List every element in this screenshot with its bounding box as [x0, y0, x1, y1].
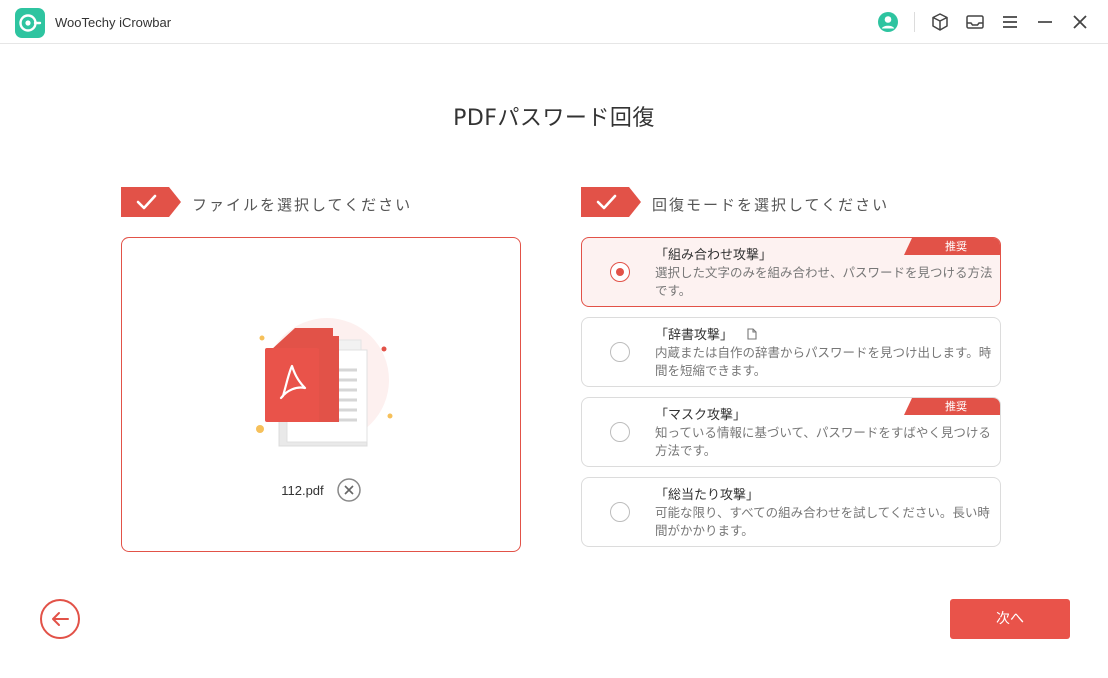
option-title: 「組み合わせ攻撃」	[655, 248, 773, 263]
checkmark-icon	[581, 187, 641, 217]
option-mask-attack[interactable]: 「マスク攻撃」 知っている情報に基づいて、パスワードをすばやく見つける方法です。…	[581, 397, 1001, 467]
recommended-badge: 推奨	[904, 398, 1000, 415]
arrow-left-icon	[52, 612, 69, 626]
option-dictionary-attack[interactable]: 「辞書攻撃」 内蔵または自作の辞書からパスワードを見つけ出します。時間を短縮でき…	[581, 317, 1001, 387]
minimize-icon[interactable]	[1034, 11, 1056, 33]
radio-button[interactable]	[610, 262, 630, 282]
option-description: 知っている情報に基づいて、パスワードをすばやく見つける方法です。	[655, 425, 991, 458]
pdf-file-icon	[256, 318, 393, 447]
back-button[interactable]	[40, 599, 80, 639]
title-bar: WooTechy iCrowbar	[0, 0, 1108, 44]
mode-section-header: 回復モードを選択してください	[581, 187, 941, 217]
mode-section-label: 回復モードを選択してください	[652, 196, 890, 214]
option-description: 可能な限り、すべての組み合わせを試してください。長い時間がかかります。	[655, 505, 990, 538]
radio-button[interactable]	[610, 502, 630, 522]
radio-selected-dot	[616, 268, 624, 276]
option-description: 内蔵または自作の辞書からパスワードを見つけ出します。時間を短縮できます。	[655, 345, 992, 378]
app-logo-icon	[15, 8, 45, 38]
radio-button[interactable]	[610, 422, 630, 442]
option-title-row: 「辞書攻撃」	[655, 324, 759, 343]
close-circle-icon	[337, 478, 361, 502]
close-icon[interactable]	[1069, 11, 1091, 33]
remove-file-button[interactable]	[337, 478, 361, 502]
hamburger-icon[interactable]	[999, 11, 1021, 33]
file-name: 112.pdf	[281, 482, 324, 498]
document-icon	[745, 327, 759, 341]
file-section-label: ファイルを選択してください	[192, 196, 413, 214]
toolbar-divider	[914, 12, 915, 32]
cube-icon[interactable]	[929, 11, 951, 33]
option-description: 選択した文字のみを組み合わせ、パスワードを見つける方法です。	[655, 265, 993, 298]
page-title: PDFパスワード回復	[453, 106, 655, 131]
option-brute-force-attack[interactable]: 「総当たり攻撃」 可能な限り、すべての組み合わせを試してください。長い時間がかか…	[581, 477, 1001, 547]
option-combination-attack[interactable]: 「組み合わせ攻撃」 選択した文字のみを組み合わせ、パスワードを見つける方法です。…	[581, 237, 1001, 307]
checkmark-icon	[121, 187, 181, 217]
envelope-icon[interactable]	[964, 11, 986, 33]
option-title: 「マスク攻撃」	[655, 408, 747, 423]
next-button[interactable]: 次へ	[950, 599, 1070, 639]
file-section-header: ファイルを選択してください	[121, 187, 451, 217]
user-circle-icon[interactable]	[877, 11, 899, 33]
file-drop-area[interactable]: 112.pdf	[121, 237, 521, 552]
option-title: 「総当たり攻撃」	[655, 488, 760, 503]
option-title: 「辞書攻撃」	[655, 328, 734, 343]
file-name-row: 112.pdf	[122, 478, 520, 502]
radio-button[interactable]	[610, 342, 630, 362]
recommended-badge: 推奨	[904, 238, 1000, 255]
app-title: WooTechy iCrowbar	[55, 15, 172, 30]
